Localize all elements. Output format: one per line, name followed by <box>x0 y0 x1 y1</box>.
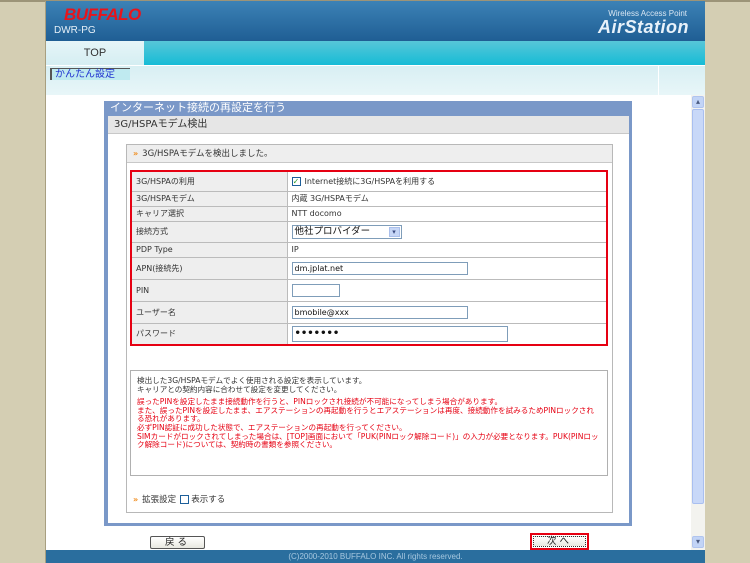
table-row: キャリア選択 NTT docomo <box>131 206 607 222</box>
apn-label: APN(接続先) <box>131 257 288 280</box>
table-row: PIN <box>131 279 607 302</box>
model-name: DWR-PG <box>54 25 96 36</box>
chevron-down-icon[interactable]: ▾ <box>388 226 400 237</box>
extended-settings-label: 拡張設定 <box>142 495 177 505</box>
connection-method-select[interactable]: 他社プロバイダー ▾ <box>291 224 402 239</box>
main-nav <box>46 41 705 65</box>
pin-input[interactable] <box>291 283 340 297</box>
extended-show-label[interactable]: 表示する <box>191 495 225 505</box>
panel-title: インターネット接続の再設定を行う <box>110 101 286 114</box>
pin-label: PIN <box>131 279 288 302</box>
header: BUFFALO DWR-PG Wireless Access Point Air… <box>46 1 705 41</box>
sub-nav: かんたん設定 <box>46 65 705 96</box>
connection-method-label: 接続方式 <box>131 221 288 243</box>
use-3g-label: 3G/HSPAの利用 <box>131 171 288 192</box>
pdp-type-label: PDP Type <box>131 242 288 258</box>
password-label: パスワード <box>131 323 288 345</box>
panel-body: » 3G/HSPAモデムを検出しました。 3G/HSPAの利用 ✓ Internet… <box>108 134 629 523</box>
scroll-down-button[interactable]: ▾ <box>692 536 704 548</box>
content-area: インターネット接続の再設定を行う 3G/HSPAモデム検出 » 3G/HSPAモデ… <box>46 95 691 550</box>
table-row: PDP Type IP <box>131 242 607 258</box>
next-button-highlight: 次へ <box>530 533 589 550</box>
scroll-up-button[interactable]: ▴ <box>692 96 704 108</box>
warning-note-4: SIMカードがロックされてしまった場合は、[TOP]画面において「PUK(PIN… <box>137 431 599 450</box>
back-button[interactable]: 戻る <box>150 536 205 549</box>
username-label: ユーザー名 <box>131 301 288 324</box>
detection-message-text: 3G/HSPAモデムを検出しました。 <box>142 149 273 159</box>
settings-table: 3G/HSPAの利用 ✓ Internet接続に3G/HSPAを利用する 3G/H… <box>130 170 608 346</box>
info-note-2: キャリアとの契約内容に合わせて設定を変更してください。 <box>137 384 342 394</box>
modem-label: 3G/HSPAモデム <box>131 191 288 207</box>
router-admin-page: BUFFALO DWR-PG Wireless Access Point Air… <box>45 1 705 563</box>
brand-logo: BUFFALO <box>64 5 141 24</box>
setup-panel: インターネット接続の再設定を行う 3G/HSPAモデム検出 » 3G/HSPAモデ… <box>104 101 632 526</box>
extended-settings: » 拡張設定 表示する <box>133 493 225 505</box>
carrier-label: キャリア選択 <box>131 206 288 222</box>
use-3g-checkbox[interactable]: ✓ <box>291 176 301 186</box>
table-row: 接続方式 他社プロバイダー ▾ <box>131 221 607 243</box>
double-chevron-icon: » <box>133 149 139 158</box>
connection-method-selected: 他社プロバイダー <box>294 225 371 237</box>
double-chevron-icon: » <box>133 495 139 504</box>
notes-box: 検出した3G/HSPAモデムでよく使用される設定を表示しています。 キャリアとの… <box>130 370 608 476</box>
table-row: 3G/HSPAモデム 内蔵 3G/HSPAモデム <box>131 191 607 207</box>
use-3g-checkbox-label[interactable]: Internet接続に3G/HSPAを利用する <box>305 177 436 186</box>
table-row: ユーザー名 bmobile@xxx <box>131 301 607 324</box>
table-row: パスワード ••••••• <box>131 323 607 345</box>
pdp-type-value: IP <box>287 242 607 258</box>
table-row: 3G/HSPAの利用 ✓ Internet接続に3G/HSPAを利用する <box>131 171 607 192</box>
product-logo: AirStation <box>597 17 689 37</box>
vertical-scrollbar[interactable]: ▴ ▾ <box>691 95 705 550</box>
subnav-divider <box>658 66 659 96</box>
extended-show-checkbox[interactable] <box>180 495 190 504</box>
password-input[interactable]: ••••••• <box>291 325 508 342</box>
detection-message: » 3G/HSPAモデムを検出しました。 <box>127 145 612 163</box>
next-button[interactable]: 次へ <box>533 536 586 547</box>
subnav-item-easy-setup[interactable]: かんたん設定 <box>50 68 130 80</box>
username-input[interactable]: bmobile@xxx <box>291 305 468 319</box>
carrier-value: NTT docomo <box>287 206 607 222</box>
detection-box: » 3G/HSPAモデムを検出しました。 3G/HSPAの利用 ✓ Internet… <box>126 144 613 513</box>
tab-top[interactable]: TOP <box>46 41 144 65</box>
apn-input[interactable]: dm.jplat.net <box>291 261 468 275</box>
modem-value: 内蔵 3G/HSPAモデム <box>287 191 607 207</box>
table-row: APN(接続先) dm.jplat.net <box>131 257 607 280</box>
footer-copyright: (C)2000-2010 BUFFALO INC. All rights res… <box>46 550 705 563</box>
panel-subtitle: 3G/HSPAモデム検出 <box>108 116 629 134</box>
warning-note-2: また、誤ったPINを設定したまま、エアステーションの再起動を行うとエアステーショ… <box>137 405 594 424</box>
scroll-thumb[interactable] <box>692 109 704 504</box>
